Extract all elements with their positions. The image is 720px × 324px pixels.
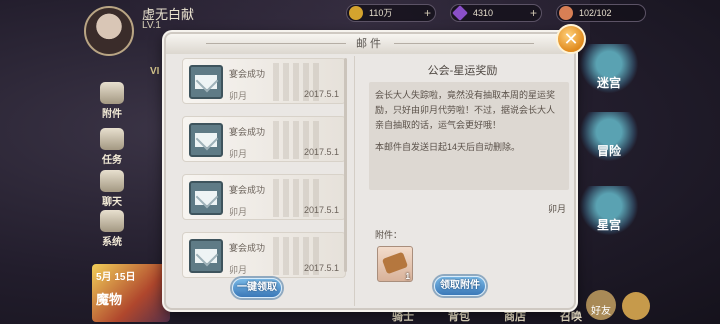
gem-icon bbox=[452, 5, 468, 21]
mail-sender: 卯月 bbox=[229, 265, 248, 275]
gold-counter[interactable]: 110万 + bbox=[346, 4, 436, 22]
mail-date: 2017.5.1 bbox=[303, 263, 339, 273]
adventure-label: 冒险 bbox=[596, 144, 621, 158]
mail-list-item[interactable]: 宴会成功 卯月 2017.5.1 bbox=[182, 116, 346, 162]
side-label: 附件 bbox=[102, 109, 122, 120]
stamina-icon bbox=[559, 6, 573, 20]
attachment-item[interactable]: 1 bbox=[377, 246, 413, 282]
gear-icon bbox=[100, 210, 124, 232]
mail-sender: 卯月 bbox=[229, 207, 248, 217]
envelope-icon bbox=[189, 65, 223, 99]
bottom-item-bag[interactable]: 背包 bbox=[448, 308, 470, 324]
envelope-icon bbox=[189, 181, 223, 215]
mail-sender: 卯月 bbox=[229, 149, 248, 159]
bottom-item-summon[interactable]: 召唤 bbox=[560, 308, 582, 324]
banner-title: 魔物 bbox=[96, 292, 123, 307]
side-button-chat[interactable]: 聊天 bbox=[92, 170, 132, 208]
attachment-quantity: 1 bbox=[405, 272, 410, 281]
mail-subject: 宴会成功 bbox=[229, 127, 266, 137]
side-button-system[interactable]: 系统 bbox=[92, 210, 132, 248]
add-gold-icon[interactable]: + bbox=[424, 5, 431, 21]
side-button-attachment[interactable]: 附件 bbox=[92, 82, 132, 120]
maze-button[interactable]: 迷宫 bbox=[580, 44, 638, 94]
adventure-button[interactable]: 冒险 bbox=[580, 112, 638, 162]
friends-button[interactable]: 好友 bbox=[586, 290, 616, 320]
gem-value: 4310 bbox=[473, 8, 494, 18]
close-icon: ✕ bbox=[563, 29, 579, 49]
mail-date: 2017.5.1 bbox=[303, 205, 339, 215]
gem-counter[interactable]: 4310 + bbox=[450, 4, 542, 22]
mail-subject: 宴会成功 bbox=[229, 185, 266, 195]
event-banner[interactable]: 5月 15日 魔物 bbox=[92, 264, 170, 322]
mail-signature: 卯月 bbox=[547, 204, 566, 214]
star-palace-label: 星宫 bbox=[596, 218, 621, 232]
banner-date: 5月 15日 bbox=[96, 272, 136, 283]
mail-icon bbox=[100, 82, 124, 104]
side-button-quests[interactable]: 任务 bbox=[92, 128, 132, 166]
dialog-title: 邮件 bbox=[356, 38, 384, 50]
mail-list[interactable]: 宴会成功 卯月 2017.5.1 宴会成功 卯月 2017.5.1 宴会成功 卯… bbox=[176, 56, 348, 306]
friends-label: 好友 bbox=[591, 306, 611, 317]
mail-list-item[interactable]: 宴会成功 卯月 2017.5.1 bbox=[182, 58, 346, 104]
bottom-item-knight[interactable]: 骑士 bbox=[392, 308, 414, 324]
mail-detail-panel: 公会-星运奖励 会长大人失踪啦，竟然没有抽取本周的星运奖励，只好由卯月代劳啦！不… bbox=[354, 56, 570, 306]
scroll-icon bbox=[381, 251, 409, 275]
envelope-icon bbox=[189, 239, 223, 273]
gold-coin-icon bbox=[349, 6, 363, 20]
attachment-label: 附件： bbox=[375, 230, 403, 240]
quest-icon bbox=[100, 128, 124, 150]
claim-attachment-button[interactable]: 领取附件 bbox=[434, 276, 486, 296]
player-level: LV.1 bbox=[142, 20, 161, 31]
gold-value: 110万 bbox=[369, 8, 393, 18]
mail-date: 2017.5.1 bbox=[303, 89, 339, 99]
title-ornament bbox=[206, 43, 346, 44]
envelope-icon bbox=[189, 123, 223, 157]
mail-list-item[interactable]: 宴会成功 卯月 2017.5.1 bbox=[182, 232, 346, 278]
title-ornament bbox=[394, 43, 534, 44]
add-gem-icon[interactable]: + bbox=[530, 5, 537, 21]
side-label: 任务 bbox=[102, 155, 122, 166]
vip-badge[interactable]: VI bbox=[150, 66, 159, 77]
chat-bubble-icon[interactable] bbox=[622, 292, 650, 320]
stamina-counter[interactable]: 102/102 bbox=[556, 4, 646, 22]
mail-detail-body: 会长大人失踪啦，竟然没有抽取本周的星运奖励，只好由卯月代劳啦！不过，据说会长大人… bbox=[369, 82, 569, 190]
star-palace-button[interactable]: 星宫 bbox=[580, 186, 638, 236]
claim-all-button[interactable]: 一键领取 bbox=[232, 278, 282, 298]
bottom-item-shop[interactable]: 商店 bbox=[504, 308, 526, 324]
mail-subject: 宴会成功 bbox=[229, 69, 266, 79]
mail-date: 2017.5.1 bbox=[303, 147, 339, 157]
mail-detail-title: 公会-星运奖励 bbox=[427, 65, 498, 77]
close-button[interactable]: ✕ bbox=[556, 24, 586, 54]
side-label: 系统 bbox=[102, 237, 122, 248]
mail-expiry-note: 本邮件自发送日起14天后自动删除。 bbox=[375, 142, 521, 152]
mail-subject: 宴会成功 bbox=[229, 243, 266, 253]
dialog-title-bar: 邮件 bbox=[166, 34, 574, 54]
mail-sender: 卯月 bbox=[229, 91, 248, 101]
chat-icon bbox=[100, 170, 124, 192]
stamina-value: 102/102 bbox=[579, 8, 612, 18]
mail-detail-text: 会长大人失踪啦，竟然没有抽取本周的星运奖励，只好由卯月代劳啦！不过，据说会长大人… bbox=[375, 90, 556, 130]
side-label: 聊天 bbox=[102, 197, 122, 208]
maze-label: 迷宫 bbox=[596, 76, 621, 90]
mail-dialog: 邮件 宴会成功 卯月 2017.5.1 宴会成功 卯月 2017.5.1 宴会成… bbox=[164, 32, 576, 310]
mail-list-item[interactable]: 宴会成功 卯月 2017.5.1 bbox=[182, 174, 346, 220]
player-avatar[interactable] bbox=[84, 6, 134, 56]
mail-list-scrollbar[interactable] bbox=[344, 58, 347, 272]
